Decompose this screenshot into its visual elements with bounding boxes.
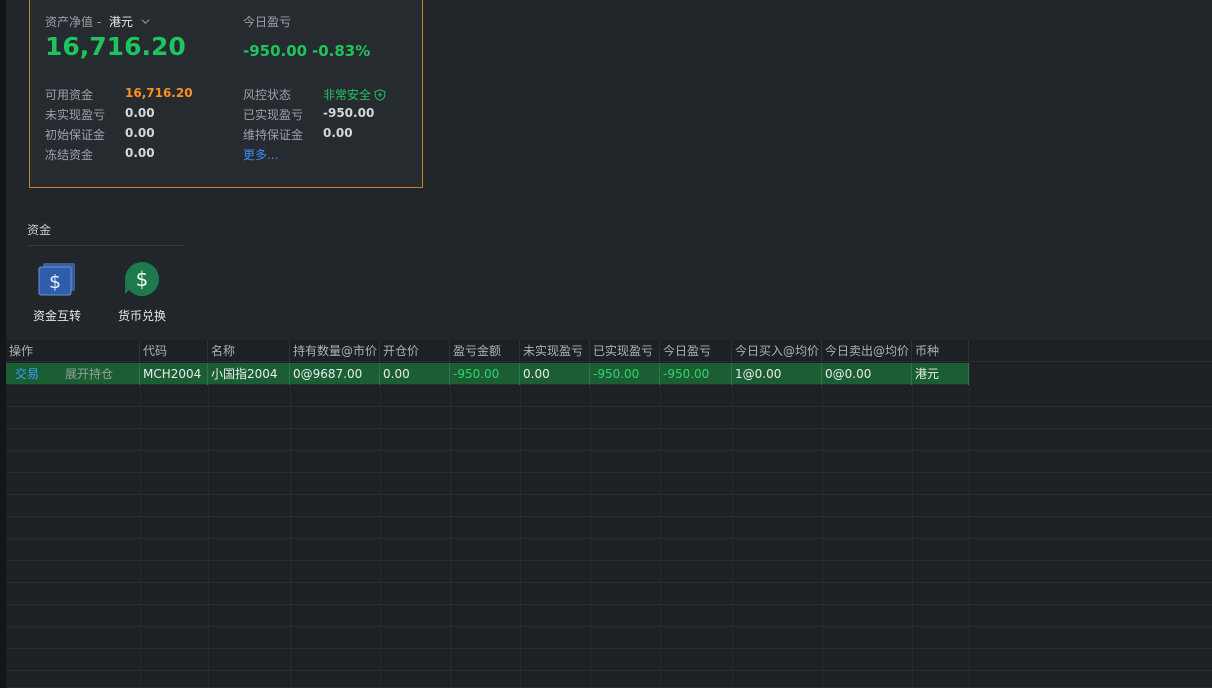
- pnl-cell: -950.00: [450, 363, 520, 385]
- today-sell-cell: 0@0.00: [822, 363, 912, 385]
- maintenance-margin-label: 维持保证金: [243, 128, 304, 142]
- currency-cell: 港元: [912, 363, 969, 385]
- header-action[interactable]: 操作: [6, 340, 140, 362]
- frozen-funds-value: 0.00: [125, 146, 155, 160]
- today-buy-cell: 1@0.00: [732, 363, 822, 385]
- empty-row: [6, 517, 1212, 539]
- funds-section-title: 资金: [27, 223, 52, 237]
- empty-row: [6, 605, 1212, 627]
- frozen-funds-label: 冻结资金: [45, 148, 94, 162]
- code-cell: MCH2004: [140, 363, 208, 385]
- funds-divider: [27, 245, 184, 246]
- asset-summary-card: 资产净值 - 港元 16,716.20 今日盈亏 -950.00 -0.83% …: [29, 0, 423, 188]
- currency-value: 港元: [109, 15, 134, 29]
- net-value: 16,716.20: [45, 32, 186, 61]
- empty-row: [6, 385, 1212, 407]
- realized-pnl-value: -950.00: [323, 106, 375, 120]
- svg-text:$: $: [49, 271, 61, 293]
- header-today-buy[interactable]: 今日买入@均价: [732, 340, 822, 362]
- positions-table: 操作 代码 名称 持有数量@市价 开仓价 盈亏金额 未实现盈亏 已实现盈亏 今日…: [6, 340, 1212, 688]
- header-currency[interactable]: 币种: [912, 340, 969, 362]
- header-qty-price[interactable]: 持有数量@市价: [290, 340, 380, 362]
- today-pnl-percent: -0.83%: [312, 42, 371, 60]
- empty-row: [6, 429, 1212, 451]
- empty-row: [6, 539, 1212, 561]
- unrealized-pnl-value: 0.00: [125, 106, 155, 120]
- empty-row: [6, 473, 1212, 495]
- initial-margin-value: 0.00: [125, 126, 155, 140]
- empty-row: [6, 649, 1212, 671]
- svg-text:$: $: [136, 267, 149, 291]
- empty-row: [6, 561, 1212, 583]
- today-pnl-cell: -950.00: [660, 363, 732, 385]
- expand-position-link[interactable]: 展开持仓: [65, 367, 113, 381]
- risk-status-label: 风控状态: [243, 88, 292, 102]
- header-open-price[interactable]: 开仓价: [380, 340, 450, 362]
- currency-exchange-icon: $: [125, 262, 159, 296]
- risk-status: 非常安全: [323, 86, 386, 103]
- empty-row: [6, 407, 1212, 429]
- action-cell: 交易 展开持仓: [6, 363, 140, 385]
- currency-exchange-label: 货币兑换: [117, 309, 166, 323]
- header-realized[interactable]: 已实现盈亏: [590, 340, 660, 362]
- name-cell: 小国指2004: [208, 363, 290, 385]
- chevron-down-icon: [141, 19, 150, 25]
- open-price-cell: 0.00: [380, 363, 450, 385]
- realized-cell: -950.00: [590, 363, 660, 385]
- table-row[interactable]: 交易 展开持仓 MCH2004 小国指2004 0@9687.00 0.00 -9…: [6, 363, 969, 385]
- qty-price-cell: 0@9687.00: [290, 363, 380, 385]
- initial-margin-label: 初始保证金: [45, 128, 106, 142]
- header-code[interactable]: 代码: [140, 340, 208, 362]
- available-funds-label: 可用资金: [45, 88, 94, 102]
- empty-row: [6, 671, 1212, 688]
- shield-plus-icon: [374, 88, 386, 101]
- fund-transfer-label: 资金互转: [32, 309, 81, 323]
- empty-row: [6, 451, 1212, 473]
- currency-select[interactable]: 港元: [109, 13, 150, 30]
- unrealized-pnl-label: 未实现盈亏: [45, 108, 106, 122]
- risk-status-value: 非常安全: [323, 88, 372, 102]
- header-unrealized[interactable]: 未实现盈亏: [520, 340, 590, 362]
- header-name[interactable]: 名称: [208, 340, 290, 362]
- fund-transfer-icon: $: [38, 263, 75, 296]
- fund-transfer-button[interactable]: $ 资金互转: [22, 258, 92, 324]
- trade-link[interactable]: 交易: [15, 367, 39, 381]
- header-pnl[interactable]: 盈亏金额: [450, 340, 520, 362]
- today-pnl-label: 今日盈亏: [243, 15, 292, 29]
- today-pnl-value: -950.00: [243, 42, 308, 60]
- currency-exchange-button[interactable]: $ 货币兑换: [107, 258, 177, 324]
- empty-row: [6, 627, 1212, 649]
- table-header-row: 操作 代码 名称 持有数量@市价 开仓价 盈亏金额 未实现盈亏 已实现盈亏 今日…: [6, 340, 1212, 362]
- empty-row: [6, 495, 1212, 517]
- header-today-pnl[interactable]: 今日盈亏: [660, 340, 732, 362]
- realized-pnl-label: 已实现盈亏: [243, 108, 304, 122]
- net-value-label: 资产净值 -: [45, 15, 102, 29]
- unrealized-cell: 0.00: [520, 363, 590, 385]
- header-today-sell[interactable]: 今日卖出@均价: [822, 340, 912, 362]
- maintenance-margin-value: 0.00: [323, 126, 353, 140]
- empty-row: [6, 583, 1212, 605]
- more-link[interactable]: 更多...: [243, 146, 278, 163]
- available-funds-value: 16,716.20: [125, 86, 193, 100]
